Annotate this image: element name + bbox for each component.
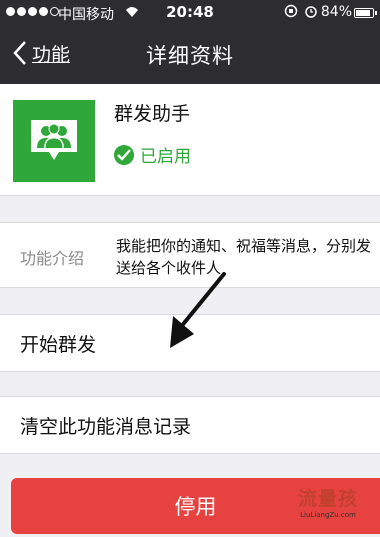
- rotation-lock-icon: [284, 4, 298, 18]
- watermark-url: LiuLiangZu.com: [300, 511, 356, 519]
- annotation-arrow-icon: [170, 272, 226, 348]
- app-name: 群发助手: [114, 103, 191, 125]
- alarm-icon: [305, 6, 317, 18]
- page-title: 详细资料: [146, 44, 234, 68]
- description-text: 我能把你的通知、祝福等消息，分别发送给各个收件人: [116, 237, 372, 277]
- description-label: 功能介绍: [20, 249, 85, 268]
- clear-history-button[interactable]: 清空此功能消息记录: [0, 396, 380, 454]
- top-bar: 中国移动 20:48 84% 功能 详细资料: [0, 0, 380, 84]
- watermark: 流量孩 LiuLiangZu.com: [293, 484, 363, 519]
- clear-history-label: 清空此功能消息记录: [20, 416, 192, 438]
- check-circle-icon: [114, 144, 134, 165]
- profile-card: 群发助手 已启用: [0, 84, 380, 196]
- group-message-app-icon: [13, 100, 95, 182]
- status-bar: 中国移动 20:48 84%: [0, 0, 380, 26]
- navigation-bar: 功能 详细资料: [0, 26, 380, 84]
- status-text: 已启用: [140, 147, 191, 167]
- group-chat-icon: [31, 120, 77, 160]
- start-broadcast-label: 开始群发: [20, 334, 97, 356]
- battery-percent: 84%: [320, 4, 352, 20]
- enabled-status: 已启用: [114, 142, 191, 167]
- watermark-title: 流量孩: [297, 488, 358, 510]
- status-icons: [284, 4, 318, 18]
- battery-icon: [354, 8, 377, 18]
